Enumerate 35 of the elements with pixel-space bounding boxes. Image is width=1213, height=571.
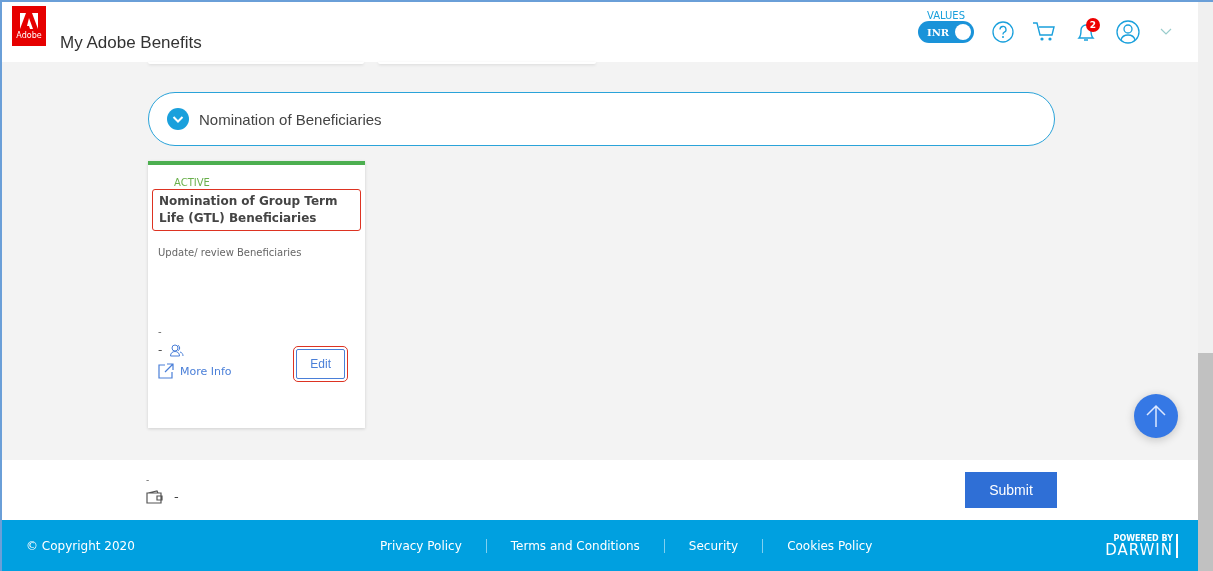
logo-text: DARWIN <box>1105 542 1173 558</box>
wallet-icon <box>146 489 164 504</box>
scrollbar[interactable] <box>1198 2 1213 571</box>
more-info-link[interactable]: More Info <box>158 363 232 379</box>
currency-toggle[interactable]: INR <box>918 21 974 43</box>
copyright-text: © Copyright 2020 <box>26 538 136 553</box>
external-link-icon <box>158 363 174 379</box>
cart-icon[interactable] <box>1032 21 1056 43</box>
footer-link[interactable]: Cookies Policy <box>762 538 897 553</box>
user-icon[interactable] <box>1116 20 1142 44</box>
edit-button[interactable]: Edit <box>296 349 345 379</box>
people-icon[interactable] <box>170 343 185 357</box>
logo-text: Adobe <box>16 30 42 40</box>
footer-link[interactable]: Terms and Conditions <box>485 538 664 553</box>
help-icon[interactable] <box>992 21 1014 43</box>
card-title: Nomination of Group Term Life (GTL) Beneficiaries <box>152 189 361 231</box>
card-text: - <box>158 343 163 357</box>
values-label: VALUES <box>926 11 966 21</box>
chevron-down-icon[interactable] <box>1160 28 1172 36</box>
footer-link[interactable]: Privacy Policy <box>356 538 486 553</box>
logo-text: POWERED BY <box>1113 533 1173 543</box>
app-title: My Adobe Benefits <box>60 33 202 53</box>
summary-text: - <box>146 476 151 485</box>
notification-badge: 2 <box>1086 18 1100 32</box>
status-label: ACTIVE <box>174 177 211 189</box>
logo-mark-icon <box>20 12 38 29</box>
scrollbar-thumb[interactable] <box>1198 353 1213 571</box>
card-text: - <box>158 326 163 337</box>
arrow-up-icon <box>1146 404 1166 428</box>
scroll-to-top-button[interactable] <box>1134 394 1178 438</box>
submit-button[interactable]: Submit <box>965 472 1057 508</box>
section-header[interactable]: Nomination of Beneficiaries <box>148 92 1055 146</box>
footer-link[interactable]: Security <box>663 538 763 553</box>
wallet-value: - <box>174 489 179 504</box>
card-description: Update/ review Beneficiaries <box>158 247 303 258</box>
